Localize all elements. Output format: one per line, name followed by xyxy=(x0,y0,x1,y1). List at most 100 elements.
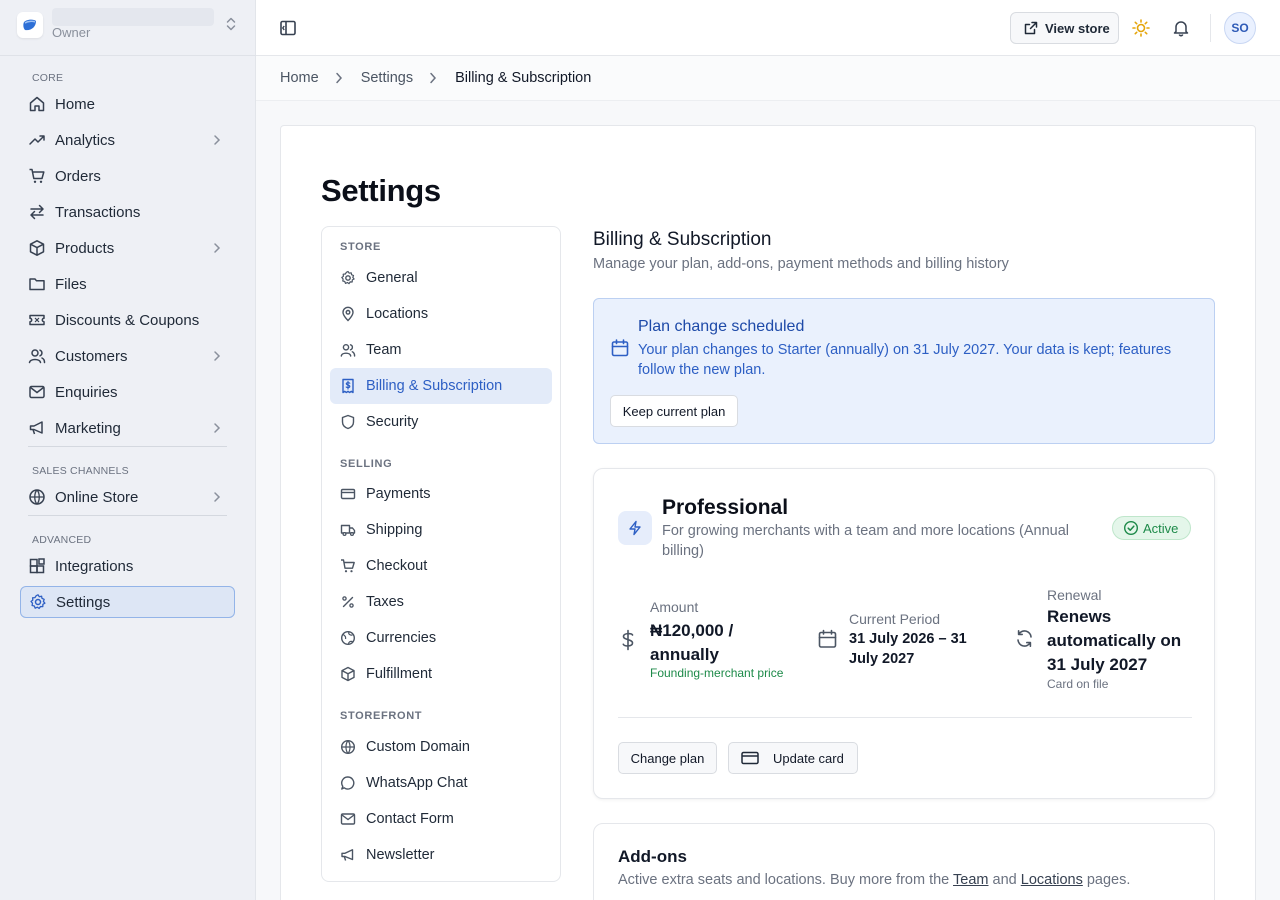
avatar[interactable]: SO xyxy=(1224,12,1256,44)
breadcrumb-settings[interactable]: Settings xyxy=(361,70,413,86)
sidebar-item-settings[interactable]: Settings xyxy=(20,586,235,618)
truck-icon xyxy=(340,524,356,537)
sidebar-item-analytics[interactable]: Analytics xyxy=(20,124,235,156)
sidebar-item-discounts[interactable]: Discounts & Coupons xyxy=(20,304,235,336)
cart-icon xyxy=(29,168,45,183)
sidebar-item-customers[interactable]: Customers xyxy=(20,340,235,372)
sidebar-item-label: Online Store xyxy=(55,488,139,506)
megaphone-icon xyxy=(341,849,354,861)
settings-item-team[interactable]: Team xyxy=(330,332,552,368)
settings-item-whatsapp[interactable]: WhatsApp Chat xyxy=(330,765,552,801)
percent-icon xyxy=(342,596,354,608)
settings-item-billing[interactable]: Billing & Subscription xyxy=(330,368,552,404)
sidebar-item-transactions[interactable]: Transactions xyxy=(20,196,235,228)
gear-icon xyxy=(341,270,355,285)
settings-item-taxes[interactable]: Taxes xyxy=(330,584,552,620)
mail-icon xyxy=(340,813,356,825)
settings-item-general[interactable]: General xyxy=(330,260,552,296)
sidebar-item-label: Marketing xyxy=(55,419,121,437)
settings-item-label: Custom Domain xyxy=(366,739,470,755)
calendar-icon xyxy=(611,339,629,357)
sidebar-item-integrations[interactable]: Integrations xyxy=(20,550,235,582)
settings-item-locations[interactable]: Locations xyxy=(330,296,552,332)
sidebar-item-online-store[interactable]: Online Store xyxy=(20,481,235,513)
settings-item-label: General xyxy=(366,270,418,286)
period-value: 31 July 2026 – 31 July 2027 xyxy=(849,631,967,667)
home-icon xyxy=(29,96,45,112)
settings-item-shipping[interactable]: Shipping xyxy=(330,512,552,548)
sidebar-item-label: Analytics xyxy=(55,131,116,149)
sidebar-item-products[interactable]: Products xyxy=(20,232,235,264)
settings-item-label: Security xyxy=(366,414,419,430)
globe-icon xyxy=(340,739,356,755)
plan-description: For growing merchants with a team and mo… xyxy=(662,523,1069,559)
sidebar-divider xyxy=(28,515,227,516)
sidebar-item-label: Files xyxy=(55,275,87,293)
update-card-button[interactable]: Update card xyxy=(728,742,858,774)
amount-note: Founding-merchant price xyxy=(650,666,784,680)
sidebar-item-enquiries[interactable]: Enquiries xyxy=(20,376,235,408)
view-store-label: View store xyxy=(1045,20,1110,36)
sun-icon[interactable] xyxy=(1131,18,1151,38)
settings-item-contact-form[interactable]: Contact Form xyxy=(330,801,552,837)
change-plan-button[interactable]: Change plan xyxy=(618,742,717,774)
topbar-divider xyxy=(1210,14,1211,42)
addons-text: and xyxy=(992,872,1017,888)
external-link-icon xyxy=(1024,21,1038,35)
settings-item-label: Newsletter xyxy=(366,847,435,863)
chevron-right-icon xyxy=(335,72,342,84)
credit-card-icon xyxy=(340,488,356,500)
dollar-icon xyxy=(622,629,634,651)
mail-icon xyxy=(29,385,45,399)
settings-item-security[interactable]: Security xyxy=(330,404,552,440)
sidebar-item-label: Integrations xyxy=(55,557,134,575)
megaphone-icon xyxy=(29,421,43,435)
settings-item-newsletter[interactable]: Newsletter xyxy=(330,837,552,873)
section-subtitle: Manage your plan, add-ons, payment metho… xyxy=(593,256,1009,272)
status-label: Active xyxy=(1143,520,1179,536)
bell-icon[interactable] xyxy=(1172,19,1190,37)
breadcrumb: Home Settings Billing & Subscription xyxy=(256,56,1280,101)
settings-item-checkout[interactable]: Checkout xyxy=(330,548,552,584)
chevron-right-icon xyxy=(214,351,221,361)
view-store-button[interactable]: View store xyxy=(1010,12,1119,44)
settings-item-fulfillment[interactable]: Fulfillment xyxy=(330,656,552,692)
settings-item-payments[interactable]: Payments xyxy=(330,476,552,512)
cart-icon xyxy=(341,559,355,573)
settings-item-custom-domain[interactable]: Custom Domain xyxy=(330,729,552,765)
globe-coin-icon xyxy=(340,630,356,646)
breadcrumb-current: Billing & Subscription xyxy=(455,70,592,86)
status-badge: Active xyxy=(1112,516,1191,540)
sidebar-divider xyxy=(0,55,256,56)
section-title: Billing & Subscription xyxy=(593,229,772,250)
trending-up-icon xyxy=(29,135,45,145)
breadcrumb-home[interactable]: Home xyxy=(280,70,319,86)
sidebar-item-label: Transactions xyxy=(55,203,141,221)
refresh-icon xyxy=(1017,630,1032,647)
keep-current-plan-button[interactable]: Keep current plan xyxy=(610,395,738,427)
chevron-right-icon xyxy=(214,243,221,253)
plan-change-alert: Plan change scheduled Your plan changes … xyxy=(593,298,1215,444)
sidebar-item-orders[interactable]: Orders xyxy=(20,160,235,192)
sidebar-item-label: Products xyxy=(55,239,115,257)
store-switcher[interactable]: Owner xyxy=(16,8,240,48)
store-logo xyxy=(17,12,43,38)
chat-bubble-icon xyxy=(341,776,355,790)
plan-icon-box xyxy=(618,511,652,545)
settings-item-currencies[interactable]: Currencies xyxy=(330,620,552,656)
sidebar-item-home[interactable]: Home xyxy=(20,88,235,120)
top-bar: View store SO xyxy=(256,0,1280,56)
settings-item-label: Contact Form xyxy=(366,811,454,827)
sidebar-item-marketing[interactable]: Marketing xyxy=(20,412,235,444)
locations-link[interactable]: Locations xyxy=(1021,872,1083,888)
chevron-right-icon xyxy=(214,423,221,433)
addons-title: Add-ons xyxy=(618,847,687,866)
sidebar-item-files[interactable]: Files xyxy=(20,268,235,300)
update-card-label: Update card xyxy=(773,750,844,766)
blocks-icon xyxy=(29,558,45,574)
sidebar-section-core: CORE xyxy=(32,72,64,84)
team-link[interactable]: Team xyxy=(953,872,988,888)
lightning-icon xyxy=(629,520,641,536)
period-label: Current Period xyxy=(849,611,941,627)
sidebar-toggle-icon[interactable] xyxy=(278,18,298,38)
